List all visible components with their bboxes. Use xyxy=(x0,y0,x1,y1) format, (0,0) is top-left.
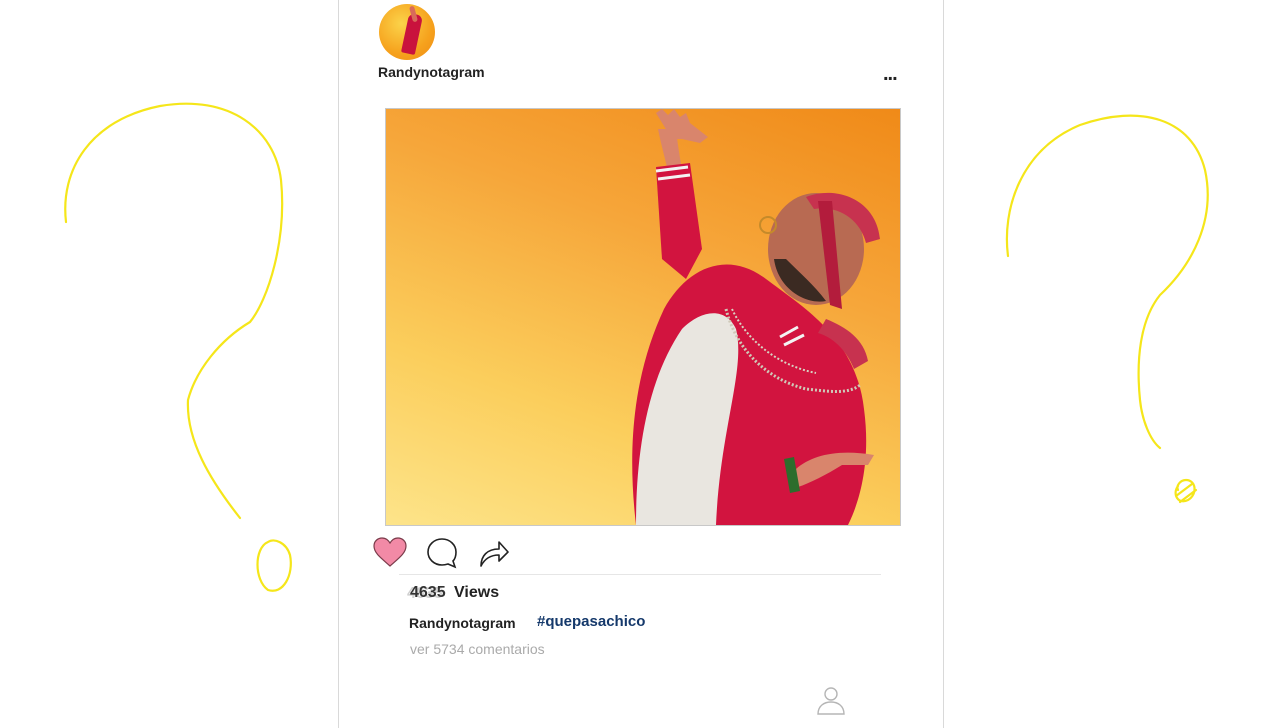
avatar[interactable] xyxy=(379,4,435,60)
post-username[interactable]: Randynotagram xyxy=(378,64,485,80)
views-label: Views xyxy=(454,584,500,601)
instagram-post-card: Randynotagram ... 4635 Views Randynotagr… xyxy=(338,0,944,728)
right-question-mark-dot xyxy=(1174,478,1198,504)
caption-username[interactable]: Randynotagram xyxy=(409,615,516,631)
post-actions-bar xyxy=(373,536,533,572)
views-row: 4635 Views xyxy=(410,584,499,602)
more-options-icon[interactable]: ... xyxy=(883,64,907,84)
right-question-mark-curve xyxy=(1005,114,1209,450)
view-comments-link[interactable]: ver 5734 comentarios xyxy=(410,641,545,657)
left-question-mark-curve xyxy=(64,102,284,520)
comment-bubble-icon[interactable] xyxy=(425,536,459,570)
views-count: 4635 xyxy=(410,584,446,601)
profile-icon[interactable] xyxy=(815,684,847,716)
left-question-mark-dot xyxy=(256,539,292,592)
hashtag-link[interactable]: #quepasachico xyxy=(537,613,645,630)
divider xyxy=(399,574,881,575)
share-arrow-icon[interactable] xyxy=(477,536,511,570)
post-photo[interactable] xyxy=(385,108,901,526)
heart-icon[interactable] xyxy=(373,536,407,570)
photo-illustration xyxy=(632,109,880,525)
